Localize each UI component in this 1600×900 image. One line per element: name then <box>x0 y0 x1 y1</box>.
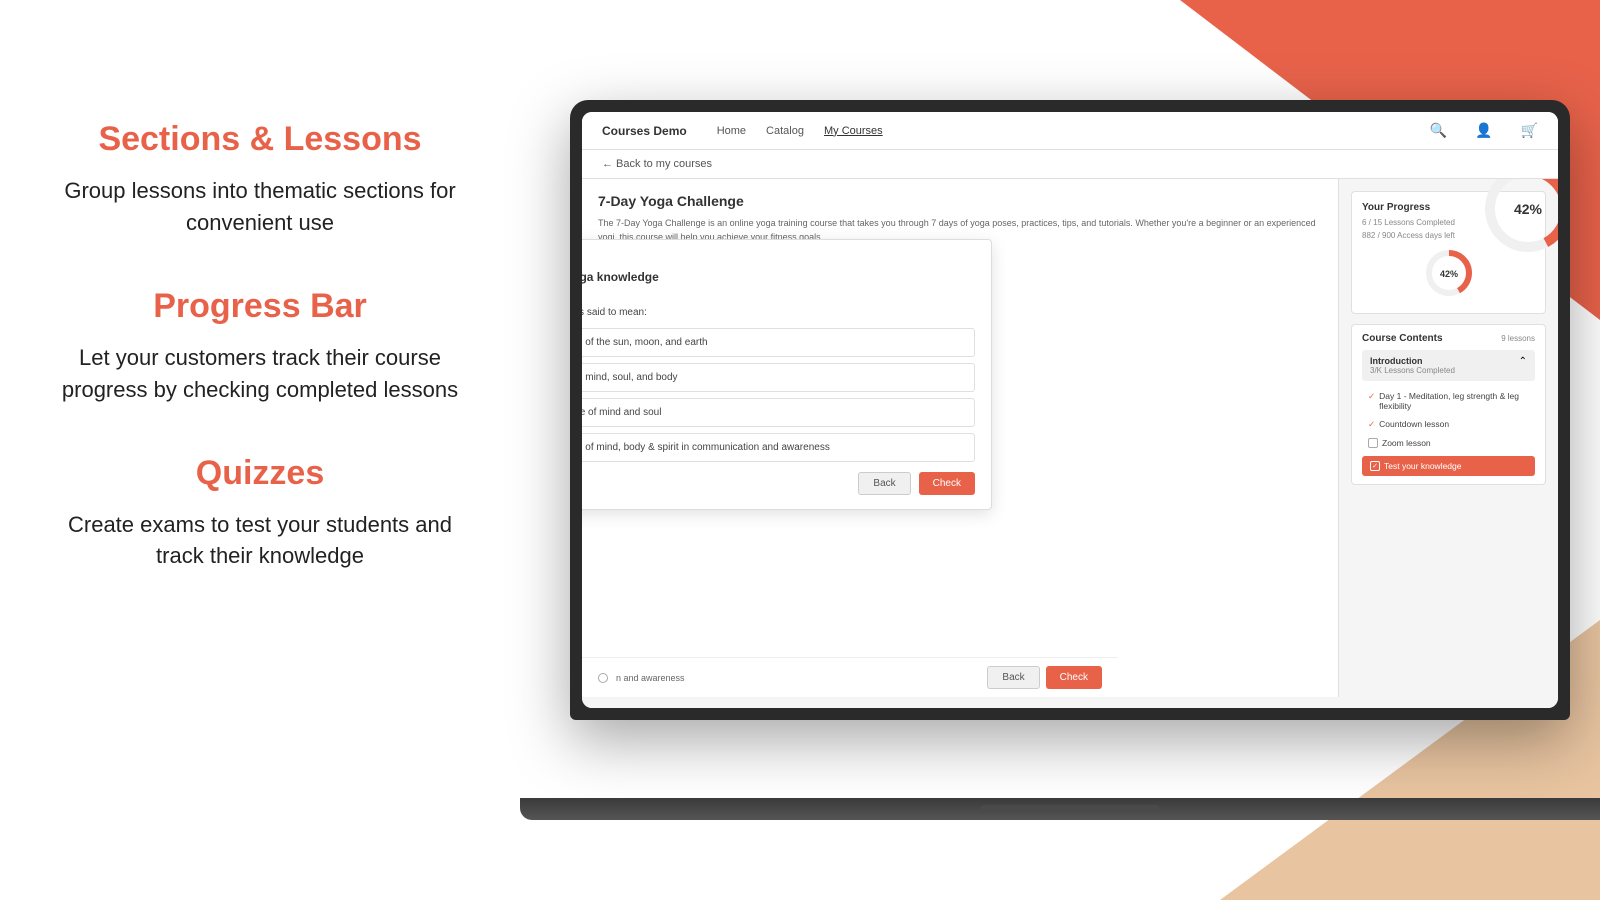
progress-bar-desc: Let your customers track their course pr… <box>60 342 460 406</box>
laptop-screen: Courses Demo Home Catalog My Courses 🔍 👤… <box>582 112 1558 708</box>
content-left: 7-Day Yoga Challenge The 7-Day Yoga Chal… <box>582 179 1338 697</box>
content-right: 42% Your Progress 6 / 15 Lessons Complet… <box>1338 179 1558 697</box>
quiz-question-label: Question 1: <box>582 294 975 304</box>
cc-active-lesson[interactable]: ✓ Test your knowledge <box>1362 456 1535 476</box>
quiz-option-3[interactable]: The peace of mind and soul <box>582 398 975 427</box>
progress-bar-title: Progress Bar <box>60 287 460 326</box>
course-contents-card: Course Contents 9 lessons ⌃ Introduction… <box>1351 324 1546 485</box>
cc-lesson-2[interactable]: ✓ Countdown lesson <box>1362 415 1535 434</box>
user-icon[interactable]: 👤 <box>1475 122 1492 139</box>
search-icon[interactable]: 🔍 <box>1430 122 1447 139</box>
cc-active-lesson-text: Test your knowledge <box>1384 461 1462 471</box>
svg-text:42%: 42% <box>1514 201 1543 217</box>
nav-catalog[interactable]: Catalog <box>766 125 804 137</box>
left-panel: Sections & Lessons Group lessons into th… <box>0 0 520 900</box>
course-title: 7-Day Yoga Challenge <box>598 193 1322 209</box>
nav-my-courses[interactable]: My Courses <box>824 125 883 137</box>
cc-title: Course Contents <box>1362 333 1443 344</box>
quizzes-title: Quizzes <box>60 454 460 493</box>
second-quiz-row: n and awareness Back Check <box>582 657 1118 697</box>
back-to-courses-link[interactable]: ← Back to my courses <box>602 158 712 170</box>
nav-brand: Courses Demo <box>602 124 687 138</box>
quizzes-desc: Create exams to test your students and t… <box>60 509 460 573</box>
cc-header: Course Contents 9 lessons <box>1362 333 1535 344</box>
second-quiz-option-text: n and awareness <box>616 673 685 683</box>
active-checkbox: ✓ <box>1370 461 1380 471</box>
check-icon-2: ✓ <box>1368 419 1375 430</box>
quiz-back-button[interactable]: Back <box>858 472 910 495</box>
main-area: 7-Day Yoga Challenge The 7-Day Yoga Chal… <box>582 179 1558 697</box>
cart-icon[interactable]: 🛒 <box>1521 122 1538 139</box>
chevron-up-icon: ⌃ <box>1519 356 1527 367</box>
cc-lesson-1-text: Day 1 - Meditation, leg strength & leg f… <box>1379 391 1529 411</box>
quiz-option-2-text: The union mind, soul, and body <box>582 372 678 383</box>
check-icon-1: ✓ <box>1368 391 1375 402</box>
sections-lessons-desc: Group lessons into thematic sections for… <box>60 175 460 239</box>
quiz-option-4[interactable]: The union of mind, body & spirit in comm… <box>582 433 975 462</box>
second-quiz-buttons: Back Check <box>987 666 1102 689</box>
progress-card: 42% Your Progress 6 / 15 Lessons Complet… <box>1351 191 1546 314</box>
cc-count: 9 lessons <box>1501 334 1535 343</box>
laptop-base <box>520 798 1600 820</box>
quiz-check-button[interactable]: Check <box>919 472 975 495</box>
laptop-notch <box>980 805 1160 813</box>
quiz-label: Quiz <box>582 254 975 264</box>
screen-content: Courses Demo Home Catalog My Courses 🔍 👤… <box>582 112 1558 708</box>
sections-lessons-title: Sections & Lessons <box>60 120 460 159</box>
nav-home[interactable]: Home <box>717 125 746 137</box>
quiz-option-1-text: The union of the sun, moon, and earth <box>582 337 708 348</box>
progress-circle-small: 42% <box>1423 247 1475 299</box>
quiz-question-text: The term Yoga is said to mean: <box>582 307 975 318</box>
cc-lesson-2-text: Countdown lesson <box>1379 419 1449 429</box>
second-check-button[interactable]: Check <box>1046 666 1102 689</box>
checkbox-3 <box>1368 438 1378 448</box>
cc-section-title: Introduction <box>1370 356 1527 366</box>
laptop-wrapper: Courses Demo Home Catalog My Courses 🔍 👤… <box>520 100 1600 820</box>
quiz-option-3-text: The peace of mind and soul <box>582 407 661 418</box>
back-link-bar: ← Back to my courses <box>582 150 1558 179</box>
cc-lesson-3-text: Zoom lesson <box>1382 438 1431 448</box>
laptop-body: Courses Demo Home Catalog My Courses 🔍 👤… <box>570 100 1570 720</box>
quiz-option-1[interactable]: The union of the sun, moon, and earth <box>582 328 975 357</box>
nav-bar: Courses Demo Home Catalog My Courses 🔍 👤… <box>582 112 1558 150</box>
svg-text:42%: 42% <box>1439 269 1457 279</box>
quiz-title: Test your yoga knowledge <box>582 270 975 284</box>
quiz-overlay: Quiz Test your yoga knowledge Question 1… <box>582 239 992 510</box>
cc-section-sub: 3/K Lessons Completed <box>1370 366 1527 375</box>
cc-lesson-1[interactable]: ✓ Day 1 - Meditation, leg strength & leg… <box>1362 387 1535 415</box>
cc-section[interactable]: ⌃ Introduction 3/K Lessons Completed <box>1362 350 1535 381</box>
quiz-option-4-text: The union of mind, body & spirit in comm… <box>582 442 830 453</box>
quiz-buttons: Back Check <box>582 472 975 495</box>
progress-circle-large: 42% <box>1483 179 1558 254</box>
quiz-option-2[interactable]: The union mind, soul, and body <box>582 363 975 392</box>
radio-bottom <box>598 673 608 683</box>
second-back-button[interactable]: Back <box>987 666 1039 689</box>
cc-lesson-3[interactable]: Zoom lesson <box>1362 434 1535 452</box>
